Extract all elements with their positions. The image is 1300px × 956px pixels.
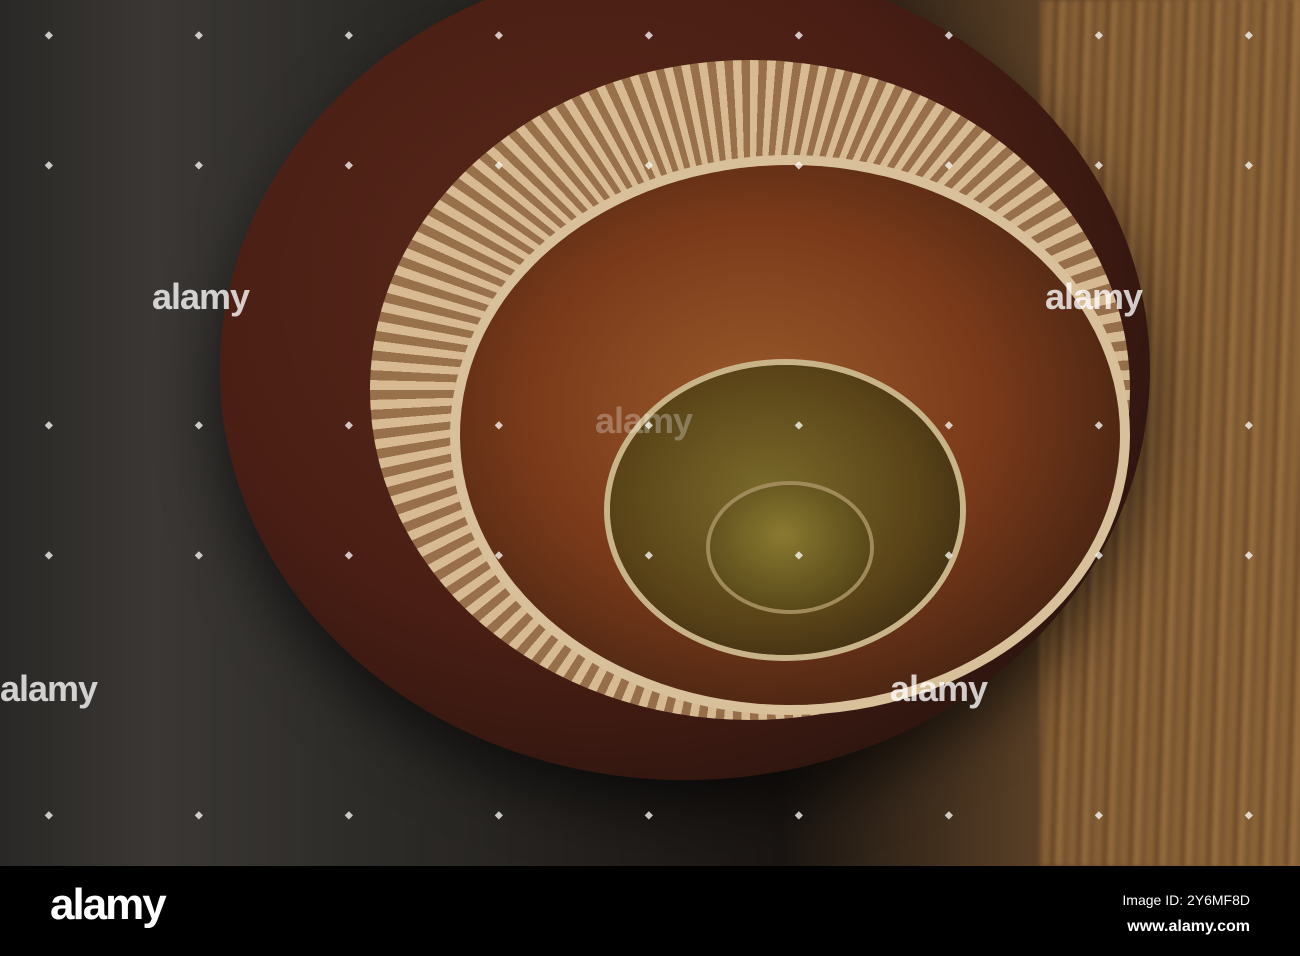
watermark-mark: ◆ [945,550,953,561]
watermark-mark: ◆ [1095,30,1103,41]
watermark-mark: ◆ [795,30,803,41]
watermark-mark: ◆ [645,810,653,821]
watermark-mark: ◆ [1095,810,1103,821]
watermark: alamy [0,668,98,709]
site-url: www.alamy.com [1127,918,1250,935]
watermark-mark: ◆ [1095,550,1103,561]
watermark-mark: ◆ [1095,160,1103,171]
watermark-mark: ◆ [645,160,653,171]
watermark-mark: ◆ [795,420,803,431]
watermark-mark: ◆ [345,550,353,561]
watermark-mark: ◆ [1245,550,1253,561]
watermark-mark: ◆ [195,30,203,41]
watermark-mark: ◆ [495,160,503,171]
watermark: alamy [1045,276,1143,317]
watermark-mark: ◆ [495,30,503,41]
watermark-mark: ◆ [645,30,653,41]
watermark-mark: ◆ [645,550,653,561]
watermark-mark: ◆ [495,420,503,431]
watermark-mark: ◆ [1245,810,1253,821]
watermark: alamy [595,400,693,441]
watermark-mark: ◆ [1245,30,1253,41]
watermark-mark: ◆ [945,160,953,171]
footer-bar: alamy Image ID: 2Y6MF8D www.alamy.com [0,866,1300,956]
watermark-mark: ◆ [195,420,203,431]
watermark-mark: ◆ [645,420,653,431]
alamy-logo: alamy [50,880,167,929]
watermark-mark: ◆ [195,810,203,821]
watermark-mark: ◆ [45,550,53,561]
watermark-mark: ◆ [345,420,353,431]
watermark-mark: ◆ [45,160,53,171]
watermark-mark: ◆ [495,550,503,561]
watermark-mark: ◆ [45,30,53,41]
watermark-mark: ◆ [1245,160,1253,171]
watermark-mark: ◆ [195,550,203,561]
shell-apex [710,485,870,610]
watermark-mark: ◆ [345,810,353,821]
watermark-mark: ◆ [345,160,353,171]
watermark-mark: ◆ [945,810,953,821]
watermark-mark: ◆ [795,160,803,171]
watermark: alamy [152,276,250,317]
image-id: Image ID: 2Y6MF8D [1122,892,1250,908]
snail-shell-photo: alamy alamy alamy alamy alamy ◆ ◆ ◆ ◆ ◆ ◆ ◆ ◆ ◆ ◆… [0,0,1300,866]
watermark-mark: ◆ [195,160,203,171]
watermark-mark: ◆ [945,420,953,431]
watermark-mark: ◆ [1245,420,1253,431]
watermark-mark: ◆ [795,810,803,821]
watermark-mark: ◆ [945,30,953,41]
watermark-mark: ◆ [495,810,503,821]
watermark: alamy [890,668,988,709]
watermark-mark: ◆ [795,550,803,561]
watermark-mark: ◆ [45,420,53,431]
watermark-mark: ◆ [1095,420,1103,431]
watermark-mark: ◆ [45,810,53,821]
watermark-mark: ◆ [345,30,353,41]
